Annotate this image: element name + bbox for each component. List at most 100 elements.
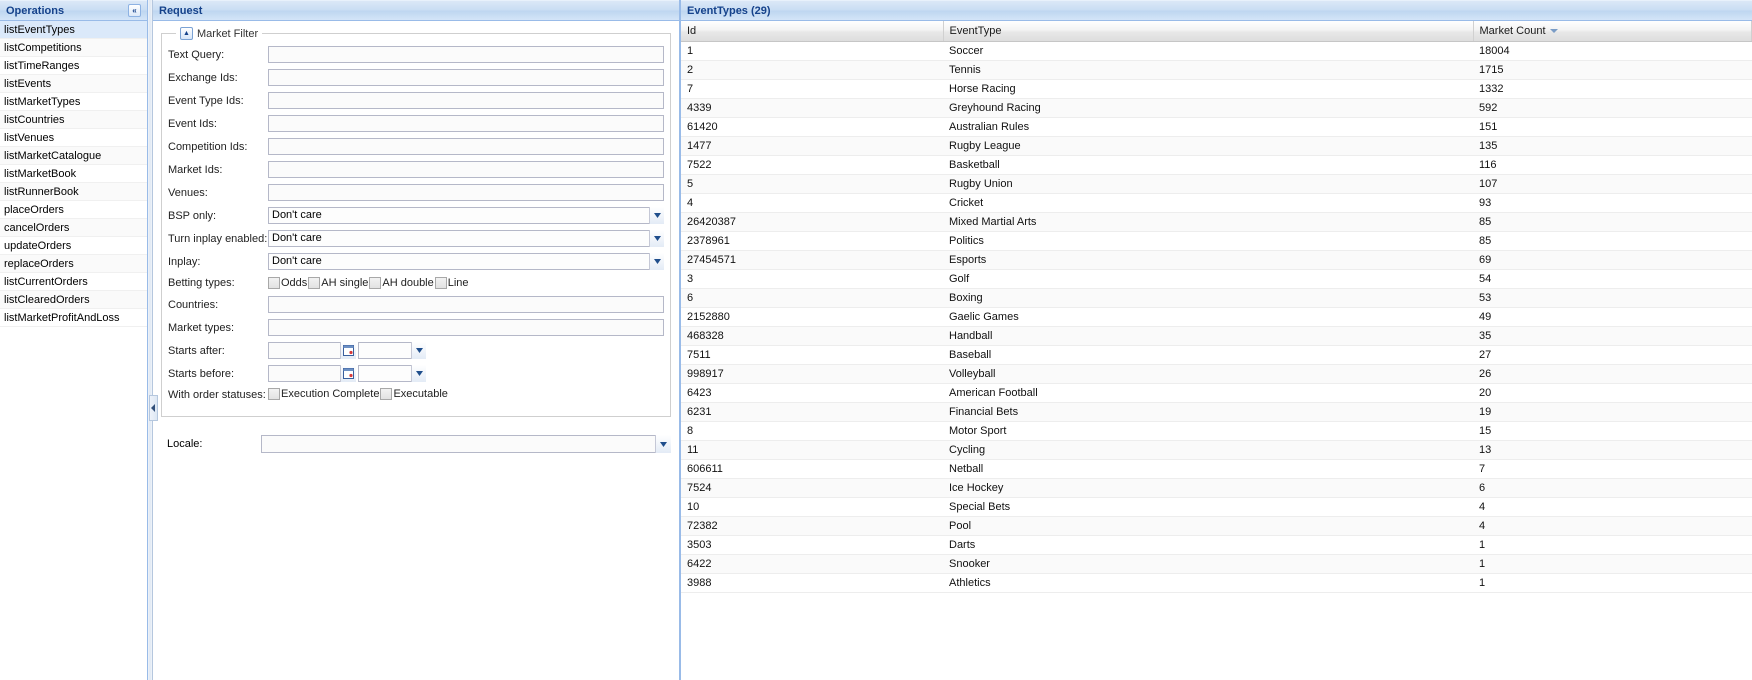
table-row[interactable]: 2 Tennis 1715 [681, 60, 1752, 80]
field-row-locale: Locale: [161, 435, 671, 453]
starts-before-date-field[interactable] [268, 365, 356, 382]
table-row[interactable]: 1 Soccer 18004 [681, 41, 1752, 61]
table-row[interactable]: 4 Cricket 93 [681, 193, 1752, 213]
bsp-only-select[interactable]: Don't care [268, 207, 664, 224]
table-row[interactable]: 26420387 Mixed Martial Arts 85 [681, 212, 1752, 232]
calendar-icon[interactable] [340, 342, 356, 359]
field-row-text-query: Text Query: [168, 46, 664, 63]
market-ids-input[interactable] [268, 161, 664, 178]
event-type-ids-input[interactable] [268, 92, 664, 109]
sidebar-item-listvenues[interactable]: listVenues [0, 129, 147, 147]
table-row[interactable]: 6423 American Football 20 [681, 383, 1752, 403]
betting-type-checkbox-odds[interactable] [268, 277, 280, 289]
chevron-down-icon[interactable] [649, 207, 664, 224]
starts-after-date-field[interactable] [268, 342, 356, 359]
exchange-ids-input[interactable] [268, 69, 664, 86]
turn-inplay-enabled-select[interactable]: Don't care [268, 230, 664, 247]
table-row[interactable]: 7524 Ice Hockey 6 [681, 478, 1752, 498]
sidebar-item-replaceorders[interactable]: replaceOrders [0, 255, 147, 273]
table-row[interactable]: 6 Boxing 53 [681, 288, 1752, 308]
column-header-id[interactable]: Id [681, 21, 944, 42]
sidebar-item-listcurrentorders[interactable]: listCurrentOrders [0, 273, 147, 291]
text-query-input[interactable] [268, 46, 664, 63]
cell-event-type: Athletics [943, 573, 1473, 593]
cell-event-type: Esports [943, 250, 1473, 270]
table-row[interactable]: 468328 Handball 35 [681, 326, 1752, 346]
table-row[interactable]: 10 Special Bets 4 [681, 497, 1752, 517]
table-row[interactable]: 1477 Rugby League 135 [681, 136, 1752, 156]
column-header-market-count[interactable]: Market Count [1473, 21, 1752, 42]
sidebar-item-listmarketcatalogue[interactable]: listMarketCatalogue [0, 147, 147, 165]
column-header-eventtype[interactable]: EventType [943, 21, 1474, 42]
betting-type-checkbox-line[interactable] [434, 277, 447, 289]
betting-type-checkbox-ah-double[interactable] [369, 277, 382, 289]
betting-type-checkbox-ah-single[interactable] [308, 277, 321, 289]
sidebar-item-listmarkettypes[interactable]: listMarketTypes [0, 93, 147, 111]
table-row[interactable]: 3988 Athletics 1 [681, 573, 1752, 593]
event-ids-input[interactable] [268, 115, 664, 132]
table-row[interactable]: 606611 Netball 7 [681, 459, 1752, 479]
cell-market-count: 85 [1473, 212, 1752, 232]
venues-input[interactable] [268, 184, 664, 201]
table-row[interactable]: 7522 Basketball 116 [681, 155, 1752, 175]
request-collapse-handle[interactable] [149, 395, 158, 421]
market-types-input[interactable] [268, 319, 664, 336]
cell-event-type: Rugby League [943, 136, 1473, 156]
sidebar-item-listevents[interactable]: listEvents [0, 75, 147, 93]
table-row[interactable]: 3 Golf 54 [681, 269, 1752, 289]
sidebar-item-listrunnerbook[interactable]: listRunnerBook [0, 183, 147, 201]
chevron-down-icon[interactable] [655, 435, 671, 453]
order-status-checkbox-execution-complete[interactable] [268, 388, 280, 400]
sort-descending-icon[interactable] [1549, 28, 1558, 33]
table-row[interactable]: 3503 Darts 1 [681, 535, 1752, 555]
sidebar-item-listcountries[interactable]: listCountries [0, 111, 147, 129]
cell-id: 7524 [681, 478, 943, 498]
starts-after-timezone-select[interactable] [358, 342, 426, 359]
competition-ids-input[interactable] [268, 138, 664, 155]
starts-before-timezone-select[interactable] [358, 365, 426, 382]
request-panel-header: Request [153, 0, 679, 21]
order-status-checkbox-executable[interactable] [380, 388, 393, 400]
table-row[interactable]: 61420 Australian Rules 151 [681, 117, 1752, 137]
table-row[interactable]: 72382 Pool 4 [681, 516, 1752, 536]
cell-event-type: Golf [943, 269, 1473, 289]
market-filter-legend-label: Market Filter [197, 27, 259, 40]
chevron-down-icon[interactable] [411, 342, 426, 359]
locale-select[interactable] [261, 435, 671, 453]
table-row[interactable]: 5 Rugby Union 107 [681, 174, 1752, 194]
table-row[interactable]: 2378961 Politics 85 [681, 231, 1752, 251]
operations-panel-header: Operations « [0, 0, 147, 21]
chevron-down-icon[interactable] [411, 365, 426, 382]
table-row[interactable]: 4339 Greyhound Racing 592 [681, 98, 1752, 118]
cell-id: 7511 [681, 345, 943, 365]
calendar-icon[interactable] [340, 365, 356, 382]
sidebar-item-placeorders[interactable]: placeOrders [0, 201, 147, 219]
inplay-select[interactable]: Don't care [268, 253, 664, 270]
table-row[interactable]: 7511 Baseball 27 [681, 345, 1752, 365]
market-filter-toggle-icon[interactable]: ▲ [180, 27, 193, 40]
table-row[interactable]: 6231 Financial Bets 19 [681, 402, 1752, 422]
collapse-sidebar-icon[interactable]: « [128, 4, 141, 17]
cell-event-type: Gaelic Games [943, 307, 1473, 327]
sidebar-item-listcompetitions[interactable]: listCompetitions [0, 39, 147, 57]
cell-market-count: 13 [1473, 440, 1752, 460]
sidebar-item-listmarketprofitandloss[interactable]: listMarketProfitAndLoss [0, 309, 147, 327]
cell-market-count: 7 [1473, 459, 1752, 479]
sidebar-item-listtimeranges[interactable]: listTimeRanges [0, 57, 147, 75]
cell-market-count: 93 [1473, 193, 1752, 213]
table-row[interactable]: 998917 Volleyball 26 [681, 364, 1752, 384]
sidebar-item-updateorders[interactable]: updateOrders [0, 237, 147, 255]
table-row[interactable]: 7 Horse Racing 1332 [681, 79, 1752, 99]
chevron-down-icon[interactable] [649, 230, 664, 247]
table-row[interactable]: 27454571 Esports 69 [681, 250, 1752, 270]
chevron-down-icon[interactable] [649, 253, 664, 270]
sidebar-item-listeventtypes[interactable]: listEventTypes [0, 21, 147, 39]
table-row[interactable]: 11 Cycling 13 [681, 440, 1752, 460]
table-row[interactable]: 2152880 Gaelic Games 49 [681, 307, 1752, 327]
countries-input[interactable] [268, 296, 664, 313]
sidebar-item-listclearedorders[interactable]: listClearedOrders [0, 291, 147, 309]
sidebar-item-listmarketbook[interactable]: listMarketBook [0, 165, 147, 183]
table-row[interactable]: 6422 Snooker 1 [681, 554, 1752, 574]
sidebar-item-cancelorders[interactable]: cancelOrders [0, 219, 147, 237]
table-row[interactable]: 8 Motor Sport 15 [681, 421, 1752, 441]
